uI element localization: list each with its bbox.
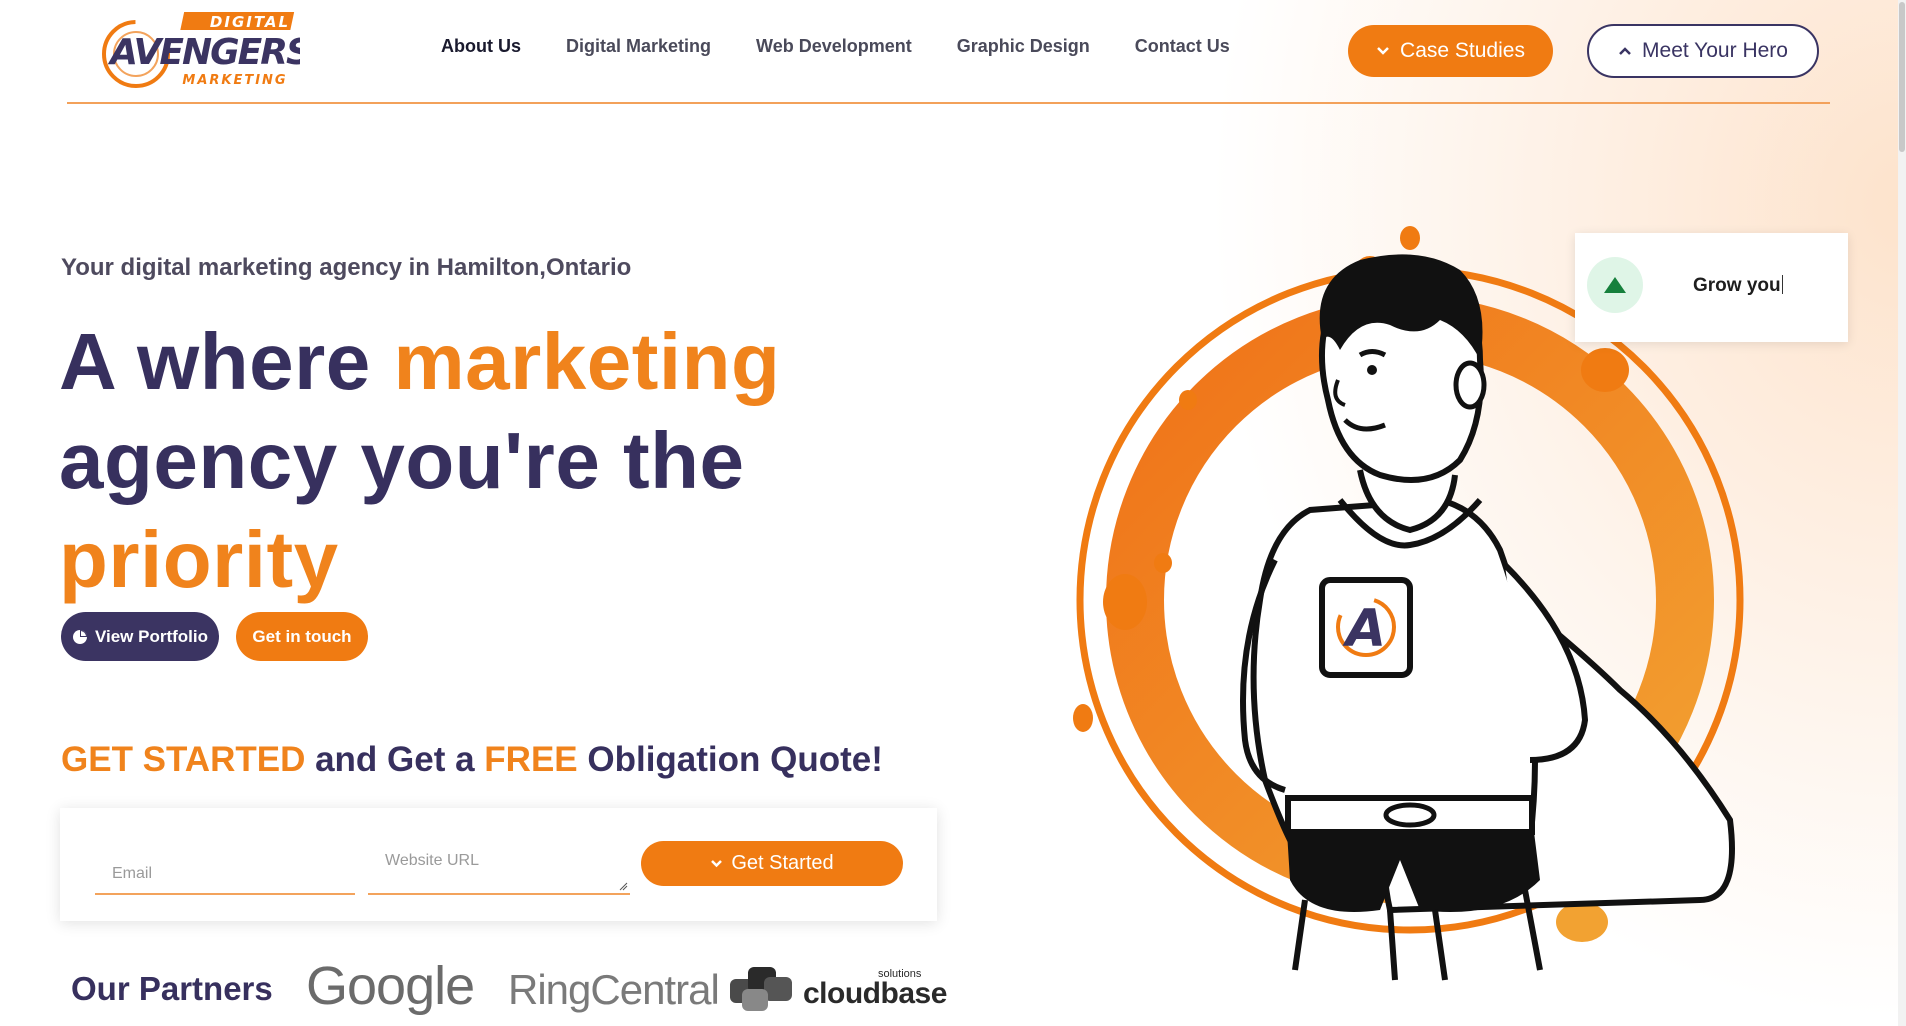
orbit-dot [1073,704,1093,732]
grow-notification-card: Grow you [1575,233,1848,342]
nav-web-development[interactable]: Web Development [756,36,912,57]
partner-logo-ringcentral: RingCentral [508,966,720,1013]
chevron-down-icon [711,860,723,868]
svg-text:MARKETING: MARKETING [182,73,287,88]
nav-digital-marketing[interactable]: Digital Marketing [566,36,711,57]
get-started-button[interactable]: Get Started [641,841,903,886]
headline-highlight-priority: priority [59,515,339,604]
svg-text:AVENGERS: AVENGERS [107,32,300,73]
text-caret [1781,275,1783,294]
quote-free-text: FREE [484,740,578,779]
site-header: DIGITAL AVENGERS MARKETING About Us Digi… [0,0,1906,104]
header-divider [67,102,1830,104]
orbit-dot [1154,553,1172,573]
orbit-dot [1103,574,1147,630]
svg-text:DIGITAL: DIGITAL [210,13,290,31]
cloudbase-mark-icon [730,967,792,1011]
nav-contact-us[interactable]: Contact Us [1135,36,1230,57]
nav-graphic-design[interactable]: Graphic Design [957,36,1090,57]
quote-get-started-text: GET STARTED [61,740,306,779]
partners-title: Our Partners [71,970,273,1007]
orbit-dot [1556,902,1608,942]
cloudbase-wordmark: cloudbase [803,977,947,1010]
main-nav: About Us Digital Marketing Web Developme… [441,36,1275,57]
meet-your-hero-button[interactable]: Meet Your Hero [1587,24,1819,78]
website-url-input[interactable] [368,843,630,893]
case-studies-label: Case Studies [1400,39,1525,62]
nav-about-us[interactable]: About Us [441,36,521,57]
logo[interactable]: DIGITAL AVENGERS MARKETING [100,8,300,94]
quote-form: Get Started [60,808,937,921]
get-in-touch-button[interactable]: Get in touch [236,612,368,661]
hero-tagline: Your digital marketing agency in Hamilto… [61,254,632,281]
headline-part-3: agency you're the [59,416,745,505]
email-field-wrapper [95,843,355,895]
meet-your-hero-label: Meet Your Hero [1642,39,1788,62]
headline-part-1: A where [59,317,394,406]
grow-badge [1587,257,1643,313]
page-scrollbar[interactable] [1898,0,1906,1026]
quote-heading: GET STARTED and Get a FREE Obligation Qu… [61,740,883,780]
pie-chart-icon [72,629,87,644]
grow-text: Grow you [1693,275,1783,297]
chevron-up-icon [1619,47,1631,55]
chevron-down-icon [1377,47,1389,55]
partner-logo-google: Google [306,956,475,1016]
headline-highlight-marketing: marketing [393,317,781,406]
view-portfolio-label: View Portfolio [94,626,209,646]
orbit-dot [1400,226,1420,250]
resize-handle-icon[interactable] [619,882,628,891]
get-in-touch-label: Get in touch [252,626,352,646]
hero-headline: A where marketing agency you're the prio… [59,312,859,609]
quote-text-2: and Get a [305,740,485,779]
grow-typed-text: Grow you [1693,275,1781,296]
arrow-up-triangle-icon [1604,277,1626,293]
url-field-wrapper [368,843,630,895]
scrollbar-thumb[interactable] [1899,2,1905,152]
quote-text-4: Obligation Quote! [577,740,883,779]
partner-logo-cloudbase: solutions cloudbase [728,965,947,1015]
case-studies-button[interactable]: Case Studies [1348,25,1553,77]
email-input[interactable] [95,843,355,893]
orbit-dot [1179,390,1197,410]
orbit-dot [1581,348,1629,392]
view-portfolio-button[interactable]: View Portfolio [61,612,219,661]
get-started-label: Get Started [731,852,834,874]
svg-text:A: A [1342,599,1386,659]
